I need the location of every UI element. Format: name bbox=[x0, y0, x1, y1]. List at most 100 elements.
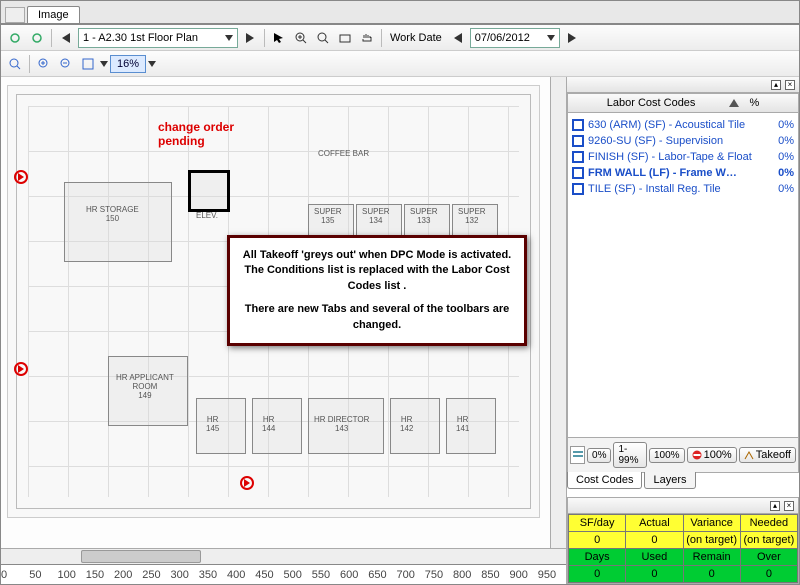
checkbox[interactable] bbox=[572, 167, 584, 179]
drawing-canvas[interactable]: HR STORAGE 150 ELEV. COFFEE BAR SUPER 13… bbox=[1, 77, 550, 548]
list-item[interactable]: 630 (ARM) (SF) - Acoustical Tile0% bbox=[570, 117, 796, 133]
list-options-icon[interactable] bbox=[570, 446, 585, 464]
vertical-scrollbar[interactable] bbox=[550, 77, 566, 548]
ruler-tick: 650 bbox=[368, 569, 386, 581]
side-panel: ▴ × Labor Cost Codes % 630 (ARM) (SF) - … bbox=[567, 77, 799, 584]
red-marker-icon bbox=[14, 362, 28, 376]
zoom-out-icon[interactable] bbox=[56, 54, 76, 74]
sheet-name: 1 - A2.30 1st Floor Plan bbox=[83, 32, 198, 44]
panel-header[interactable]: Labor Cost Codes % bbox=[567, 93, 799, 113]
ruler-tick: 50 bbox=[29, 569, 41, 581]
takeoff-button[interactable]: Takeoff bbox=[739, 447, 796, 463]
room-coffee: COFFEE BAR bbox=[318, 150, 369, 159]
item-label: 630 (ARM) (SF) - Acoustical Tile bbox=[588, 119, 745, 131]
metric-remain: Remain bbox=[683, 549, 740, 566]
filter-bar: 0% 1-99% 100% 100% Takeoff bbox=[567, 438, 799, 473]
chevron-down-icon[interactable] bbox=[100, 61, 108, 67]
filter-block-100[interactable]: 100% bbox=[687, 447, 737, 463]
collapse-up-icon[interactable]: ▴ bbox=[770, 501, 780, 511]
app-menu-icon[interactable] bbox=[5, 7, 25, 23]
workdate-field[interactable]: 07/06/2012 bbox=[470, 28, 560, 48]
toolbar-main: 1 - A2.30 1st Floor Plan Work Date 07/06… bbox=[1, 25, 799, 51]
nav-back-icon[interactable] bbox=[5, 28, 25, 48]
item-pct: 0% bbox=[778, 151, 794, 163]
ruler-horizontal: 0501001502002503003504004505005506006507… bbox=[1, 564, 566, 584]
no-entry-icon bbox=[692, 450, 702, 460]
checkbox[interactable] bbox=[572, 183, 584, 195]
sheet-next-button[interactable] bbox=[240, 28, 260, 48]
zoom-in-icon[interactable] bbox=[34, 54, 54, 74]
room-hr-storage: HR STORAGE 150 bbox=[86, 206, 139, 224]
zoom-extents-icon[interactable] bbox=[5, 54, 25, 74]
scroll-thumb[interactable] bbox=[81, 550, 201, 563]
ruler-tick: 700 bbox=[397, 569, 415, 581]
pointer-tool-icon[interactable] bbox=[269, 28, 289, 48]
filter-0pct[interactable]: 0% bbox=[587, 448, 611, 463]
chevron-down-icon[interactable] bbox=[148, 61, 156, 67]
tab-layers[interactable]: Layers bbox=[644, 472, 695, 489]
ruler-tick: 250 bbox=[142, 569, 160, 581]
item-label: TILE (SF) - Install Reg. Tile bbox=[588, 183, 721, 195]
checkbox[interactable] bbox=[572, 135, 584, 147]
ruler-tick: 300 bbox=[171, 569, 189, 581]
annotation-change-order: change order pending bbox=[158, 120, 234, 148]
list-item[interactable]: TILE (SF) - Install Reg. Tile0% bbox=[570, 181, 796, 197]
ruler-tick: 150 bbox=[86, 569, 104, 581]
date-prev-button[interactable] bbox=[448, 28, 468, 48]
ruler-tick: 450 bbox=[255, 569, 273, 581]
pan-tool-icon[interactable] bbox=[357, 28, 377, 48]
red-marker-icon bbox=[240, 476, 254, 490]
ruler-tick: 400 bbox=[227, 569, 245, 581]
horizontal-scrollbar[interactable] bbox=[1, 548, 566, 564]
workdate-label: Work Date bbox=[386, 32, 446, 44]
item-label: 9260-SU (SF) - Supervision bbox=[588, 135, 723, 147]
ruler-tick: 850 bbox=[481, 569, 499, 581]
sheet-selector[interactable]: 1 - A2.30 1st Floor Plan bbox=[78, 28, 238, 48]
nav-fwd-icon[interactable] bbox=[27, 28, 47, 48]
sort-icon[interactable] bbox=[729, 99, 739, 107]
list-item[interactable]: FINISH (SF) - Labor-Tape & Float0% bbox=[570, 149, 796, 165]
room-hr-director: HR DIRECTOR 143 bbox=[314, 416, 369, 434]
red-marker-icon bbox=[14, 170, 28, 184]
sheet-prev-button[interactable] bbox=[56, 28, 76, 48]
filter-1to99[interactable]: 1-99% bbox=[613, 442, 647, 468]
item-pct: 0% bbox=[778, 167, 794, 179]
checkbox[interactable] bbox=[572, 119, 584, 131]
room-hr144: HR 144 bbox=[262, 416, 275, 434]
metric-needed: Needed bbox=[740, 515, 797, 532]
room-hr141: HR 141 bbox=[456, 416, 469, 434]
tab-cost-codes[interactable]: Cost Codes bbox=[567, 472, 642, 489]
zoom-window-icon[interactable] bbox=[335, 28, 355, 48]
ruler-tick: 350 bbox=[199, 569, 217, 581]
takeoff-icon bbox=[744, 450, 754, 460]
metric-used: Used bbox=[626, 549, 683, 566]
separator bbox=[381, 29, 382, 47]
checkbox[interactable] bbox=[572, 151, 584, 163]
drawing-canvas-area: HR STORAGE 150 ELEV. COFFEE BAR SUPER 13… bbox=[1, 77, 567, 584]
zoom-tool-icon[interactable] bbox=[313, 28, 333, 48]
chevron-down-icon bbox=[225, 35, 233, 41]
collapse-up-icon[interactable]: ▴ bbox=[771, 80, 781, 90]
date-next-button[interactable] bbox=[562, 28, 582, 48]
ruler-tick: 900 bbox=[510, 569, 528, 581]
ruler-tick: 950 bbox=[538, 569, 556, 581]
close-icon[interactable]: × bbox=[784, 501, 794, 511]
tab-image[interactable]: Image bbox=[27, 6, 80, 23]
metrics-panel: ▴ × SF/day Actual Variance Needed 0 0 (o… bbox=[567, 497, 799, 584]
filter-100pct[interactable]: 100% bbox=[649, 448, 685, 463]
ruler-tick: 750 bbox=[425, 569, 443, 581]
pct-header: % bbox=[749, 97, 759, 109]
zoom-fit-icon[interactable] bbox=[78, 54, 98, 74]
metrics-table: SF/day Actual Variance Needed 0 0 (on ta… bbox=[568, 514, 798, 583]
zoom-level[interactable]: 16% bbox=[110, 55, 146, 73]
document-tabs: Image bbox=[1, 1, 799, 25]
item-pct: 0% bbox=[778, 135, 794, 147]
item-label: FRM WALL (LF) - Frame W… bbox=[588, 167, 737, 179]
ruler-tick: 800 bbox=[453, 569, 471, 581]
list-item[interactable]: FRM WALL (LF) - Frame W… 0% bbox=[570, 165, 796, 181]
toolbar-zoom: 16% bbox=[1, 51, 799, 77]
list-item[interactable]: 9260-SU (SF) - Supervision 0% bbox=[570, 133, 796, 149]
callout-p2: There are new Tabs and several of the to… bbox=[240, 302, 514, 333]
zoom-in-icon[interactable] bbox=[291, 28, 311, 48]
close-icon[interactable]: × bbox=[785, 80, 795, 90]
